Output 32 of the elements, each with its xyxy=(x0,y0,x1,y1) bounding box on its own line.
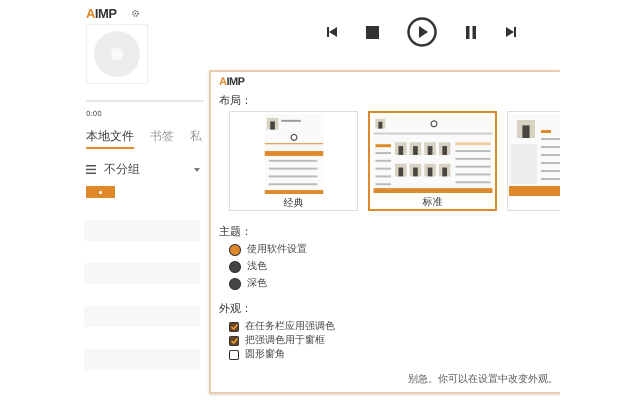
section-heading: 主题： xyxy=(219,225,252,238)
play-icon[interactable] xyxy=(407,17,437,47)
radio-button[interactable] xyxy=(229,278,241,290)
checkbox-label: 圆形窗角 xyxy=(245,349,285,361)
menu-icon[interactable] xyxy=(86,165,96,174)
checkbox-label: 在任务栏应用强调色 xyxy=(245,321,335,333)
checkbox[interactable] xyxy=(229,336,239,346)
section-heading: 外观： xyxy=(219,302,252,315)
radio-button[interactable] xyxy=(229,261,241,273)
radio-label: 深色 xyxy=(247,278,267,290)
settings-icon[interactable] xyxy=(130,8,140,18)
next-icon[interactable] xyxy=(505,26,517,38)
section-heading: 布局： xyxy=(219,94,252,107)
layout-option[interactable] xyxy=(507,111,560,211)
radio-label: 使用软件设置 xyxy=(247,244,307,256)
radio-button[interactable] xyxy=(229,244,241,256)
radio-label: 浅色 xyxy=(247,261,267,273)
tab[interactable]: 本地文件 xyxy=(86,128,134,149)
layout-option[interactable]: 标准 xyxy=(368,111,497,211)
stop-icon[interactable] xyxy=(366,26,379,38)
app-logo: AIMP xyxy=(86,6,117,20)
footer-note: 别急。你可以在设置中改变外观。 xyxy=(407,374,559,386)
pause-icon[interactable] xyxy=(465,26,477,38)
checkbox[interactable] xyxy=(229,350,239,360)
previous-icon[interactable] xyxy=(326,26,338,38)
checkbox[interactable] xyxy=(229,322,239,332)
dot-icon xyxy=(99,190,102,194)
grouping-dropdown[interactable]: 不分组 xyxy=(104,161,186,178)
layout-option[interactable]: 经典 xyxy=(229,111,358,211)
dialog-logo: AIMP xyxy=(219,76,245,88)
checkbox-label: 把强调色用于窗框 xyxy=(245,335,325,347)
dropdown-caret-icon[interactable] xyxy=(194,168,200,172)
